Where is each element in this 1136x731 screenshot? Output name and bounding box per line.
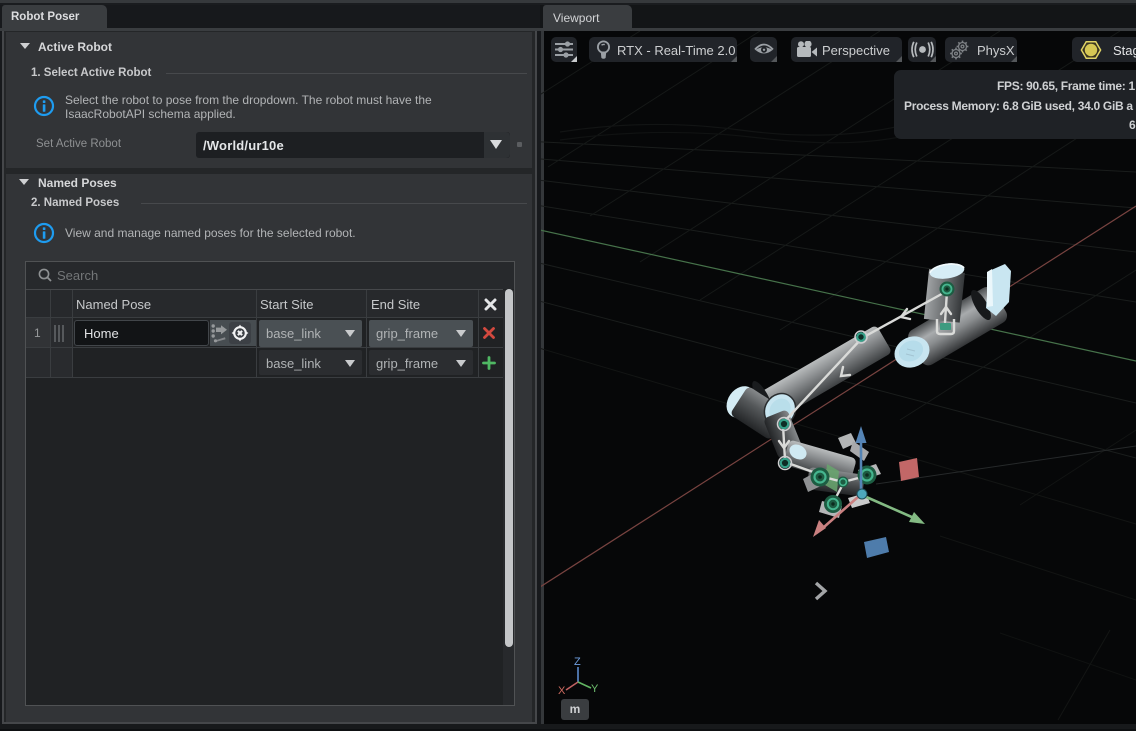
svg-text:Y: Y (591, 683, 599, 695)
svg-text:X: X (558, 685, 566, 697)
svg-text:Z: Z (574, 656, 581, 668)
